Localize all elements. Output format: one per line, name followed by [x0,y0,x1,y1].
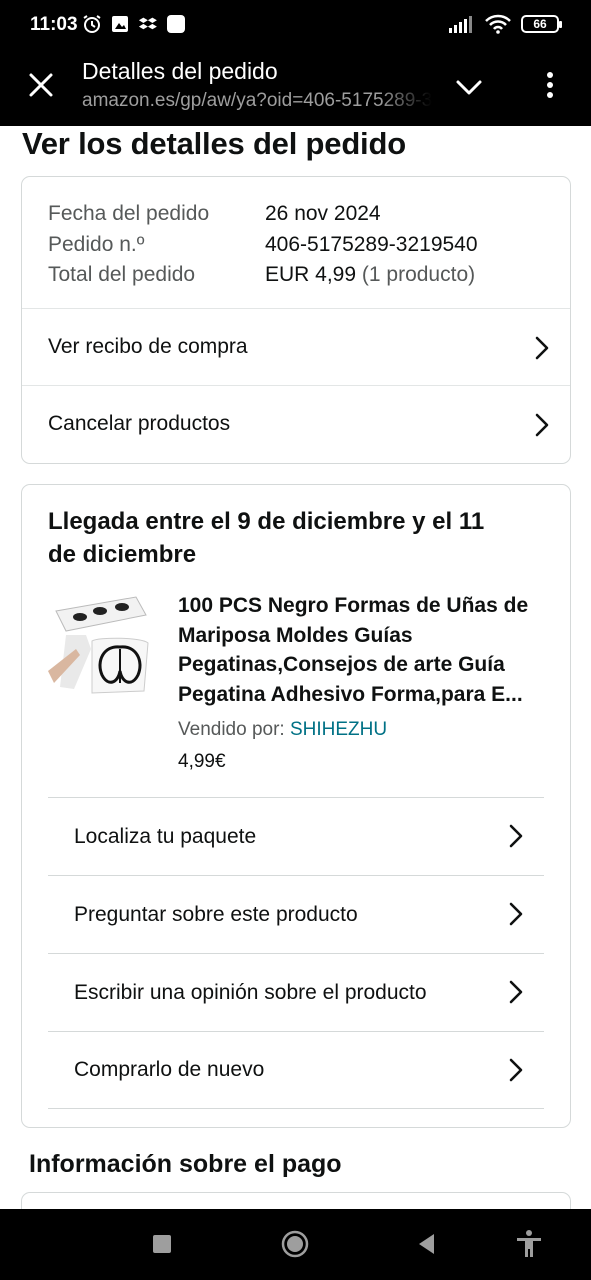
status-icons-left [82,14,186,34]
chevron-right-icon [509,1058,523,1082]
shipment-card: Llegada entre el 9 de diciembre y el 11 … [21,484,571,1128]
seller-link[interactable]: SHIHEZHU [290,719,387,740]
browser-url[interactable]: amazon.es/gp/aw/ya?oid=406-5175289-32195… [82,90,432,112]
order-meta: Fecha del pedido 26 nov 2024 Pedido n.º … [48,199,478,291]
browser-title: Detalles del pedido [82,58,278,84]
arrival-heading: Llegada entre el 9 de diciembre y el 11 … [48,508,485,568]
view-receipt-label: Ver recibo de compra [48,335,248,358]
chevron-down-icon[interactable] [452,70,486,104]
write-review-row[interactable]: Escribir una opinión sobre el producto [48,953,544,1031]
accessibility-icon[interactable] [514,1229,544,1259]
ask-product-question-row[interactable]: Preguntar sobre este producto [48,875,544,953]
seller-info: Vendido por: SHIHEZHU [178,719,387,741]
recents-button[interactable] [147,1229,177,1259]
page-title: Ver los detalles del pedido [22,126,406,161]
view-receipt-row[interactable]: Ver recibo de compra [22,308,570,385]
wifi-icon [485,14,511,34]
battery-icon: 66 [521,15,562,33]
app-icon [167,15,185,33]
order-total-row: Total del pedido EUR 4,99 (1 producto) [48,260,478,291]
order-date-value: 26 nov 2024 [265,202,381,225]
page-content: Ver los detalles del pedido Fecha del pe… [0,126,591,1209]
track-package-row[interactable]: Localiza tu paquete [48,797,544,875]
alarm-icon [83,15,101,33]
order-date-label: Fecha del pedido [48,202,210,225]
seller-label: Vendido por: [178,719,285,740]
browser-header: Detalles del pedido amazon.es/gp/aw/ya?o… [0,52,591,126]
dropbox-icon [138,17,157,30]
order-number-value: 406-5175289-3219540 [265,232,478,256]
battery-level: 66 [533,17,547,31]
status-time: 11:03 [30,14,78,35]
cancel-items-label: Cancelar productos [48,412,231,435]
product-price: 4,99€ [178,751,226,772]
ask-product-question-label: Preguntar sobre este producto [74,902,358,926]
chevron-right-icon [509,980,523,1004]
order-number-label: Pedido n.º [48,232,145,256]
order-total-label: Total del pedido [48,263,196,286]
chevron-right-icon [509,902,523,926]
cancel-items-row[interactable]: Cancelar productos [22,385,570,462]
product-title-link[interactable]: 100 PCS Negro Formas de Uñas de Mariposa… [178,591,548,709]
signal-icon [449,16,472,33]
order-date-row: Fecha del pedido 26 nov 2024 [48,199,478,230]
system-nav-bar [0,1209,591,1280]
buy-again-label: Comprarlo de nuevo [74,1058,265,1081]
back-button[interactable] [412,1229,442,1259]
buy-again-row[interactable]: Comprarlo de nuevo [48,1031,544,1109]
chevron-right-icon [535,413,549,437]
payment-info-card [21,1192,571,1209]
chevron-right-icon [509,824,523,848]
order-number-row: Pedido n.º 406-5175289-3219540 [48,230,478,261]
order-total-value: EUR 4,99 (1 producto) [265,260,475,291]
more-vert-icon[interactable] [534,68,566,102]
order-summary-card: Fecha del pedido 26 nov 2024 Pedido n.º … [21,176,571,464]
write-review-label: Escribir una opinión sobre el producto [74,980,427,1004]
chevron-right-icon [535,336,549,360]
close-icon[interactable] [24,68,58,102]
order-total-amount: EUR 4,99 [265,263,357,286]
status-bar: 11:03 66 [0,0,591,52]
payment-info-heading: Información sobre el pago [29,1150,342,1178]
product-image[interactable] [46,591,152,699]
order-item-count: (1 producto) [361,263,476,286]
image-icon [112,16,128,32]
track-package-label: Localiza tu paquete [74,824,257,848]
status-icons-right: 66 [447,14,562,34]
home-button[interactable] [280,1229,310,1259]
